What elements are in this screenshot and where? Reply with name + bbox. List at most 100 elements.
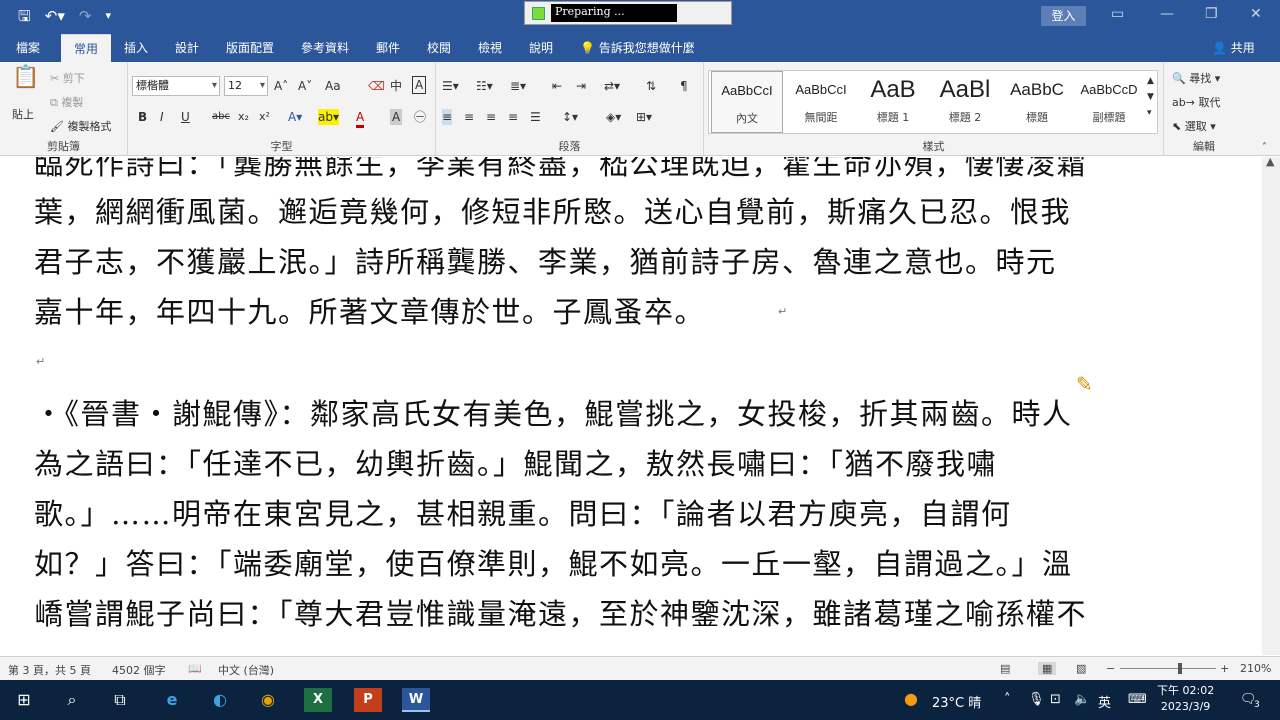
customize-icon[interactable]: ▾ [105, 7, 111, 25]
italic-button[interactable]: I [160, 109, 164, 125]
increase-indent-icon[interactable]: ⇥ [576, 78, 586, 94]
volume-icon[interactable]: 🔈 [1074, 692, 1090, 707]
subscript-button[interactable]: x₂ [238, 109, 249, 125]
align-left-icon[interactable]: ≡ [442, 109, 453, 125]
tab-home[interactable]: 常用 [61, 34, 111, 62]
restore-icon[interactable]: ❐ [1205, 6, 1218, 22]
shrink-font-icon[interactable]: A˅ [298, 78, 312, 94]
ribbon-display-icon[interactable]: ▭ [1111, 6, 1124, 22]
weather-text[interactable]: 23°C 晴 [932, 692, 981, 711]
sort-icon[interactable]: ⇅ [646, 78, 656, 94]
tab-layout[interactable]: 版面配置 [220, 34, 280, 62]
ie-icon[interactable]: e [158, 688, 186, 712]
zoom-out-icon[interactable]: − [1106, 662, 1115, 675]
numbering-icon[interactable]: ☷▾ [476, 78, 493, 94]
word-icon[interactable]: W [402, 688, 430, 712]
share-button[interactable]: 👤 共用 [1212, 34, 1255, 62]
strikethrough-button[interactable]: abc [212, 109, 230, 125]
close-icon[interactable]: ✕ [1250, 6, 1262, 22]
phonetic-icon[interactable]: 中 [390, 78, 402, 94]
borders-icon[interactable]: ⊞▾ [636, 109, 652, 125]
line-spacing-icon[interactable]: ↕▾ [562, 109, 578, 125]
proofing-icon[interactable]: 📖 [188, 662, 202, 675]
clear-format-icon[interactable]: ⌫ [368, 78, 385, 94]
highlight-icon[interactable]: ab▾ [318, 109, 339, 125]
web-layout-icon[interactable]: ▧ [1076, 662, 1086, 675]
powerpoint-icon[interactable]: P [354, 688, 382, 712]
shading-icon[interactable]: ◈▾ [606, 109, 621, 125]
paste-button[interactable]: 貼上 [12, 106, 34, 122]
paste-icon[interactable]: 📋 [12, 67, 39, 89]
tab-view[interactable]: 檢視 [472, 34, 508, 62]
decrease-indent-icon[interactable]: ⇤ [552, 78, 562, 94]
align-center-icon[interactable]: ≡ [464, 109, 474, 125]
font-name-combo[interactable]: 標楷體 [132, 76, 220, 96]
language-indicator[interactable]: 中文 (台灣) [218, 662, 274, 678]
font-size-combo[interactable]: 12 [224, 76, 268, 96]
superscript-button[interactable]: x² [259, 109, 270, 125]
tell-me-box[interactable]: 💡 告訴我您想做什麼 [580, 34, 695, 62]
chrome-icon[interactable]: ◉ [254, 688, 282, 712]
style-heading-1[interactable]: AaB 標題 1 [857, 71, 929, 133]
show-marks-icon[interactable]: ¶ [680, 78, 688, 94]
text-direction-icon[interactable]: ⇄▾ [604, 78, 620, 94]
clock[interactable]: 下午 02:02 2023/3/9 [1157, 683, 1214, 715]
zoom-slider[interactable] [1120, 668, 1216, 669]
style-heading-2[interactable]: AaBl 標題 2 [929, 71, 1001, 133]
change-case-icon[interactable]: Aa [325, 78, 341, 94]
search-icon[interactable]: ⌕ [58, 688, 86, 712]
enclose-char-icon[interactable]: ㊀ [414, 109, 426, 125]
minimize-icon[interactable]: — [1160, 6, 1174, 22]
chevron-up-icon[interactable]: ˄ [1004, 692, 1011, 707]
cut-button[interactable]: ✂ 剪下 [50, 70, 85, 86]
justify-icon[interactable]: ≡ [508, 109, 518, 125]
distributed-icon[interactable]: ☰ [530, 109, 541, 125]
style-no-spacing[interactable]: AaBbCcI 無間距 [785, 71, 857, 133]
login-button[interactable]: 登入 [1041, 6, 1086, 26]
weather-icon[interactable]: ● [904, 689, 918, 708]
windows-start-icon[interactable]: ⊞ [10, 688, 38, 712]
bold-button[interactable]: B [138, 109, 147, 125]
network-icon[interactable]: ⊡ [1050, 692, 1061, 707]
underline-button[interactable]: U [181, 109, 190, 125]
find-button[interactable]: 🔍 尋找 ▾ [1172, 70, 1220, 86]
page-count[interactable]: 第 3 頁，共 5 頁 [8, 662, 91, 678]
format-painter-button[interactable]: 🖌 複製格式 [50, 118, 111, 134]
tab-references[interactable]: 參考資料 [295, 34, 355, 62]
styles-scroll-icon[interactable]: ▲ ▼ ▾ [1147, 73, 1154, 121]
font-color-icon[interactable]: A [356, 109, 365, 128]
tab-file[interactable]: 檔案 [8, 34, 48, 62]
ime-indicator[interactable]: 英 [1098, 692, 1111, 711]
multilevel-list-icon[interactable]: ≣▾ [510, 78, 526, 94]
bullets-icon[interactable]: ☰▾ [442, 78, 459, 94]
copy-button[interactable]: ⧉ 複製 [50, 94, 83, 110]
tab-insert[interactable]: 插入 [118, 34, 154, 62]
mic-icon[interactable]: 🎙 [1028, 692, 1045, 707]
print-layout-icon[interactable]: ▦ [1038, 662, 1057, 675]
text-effects-icon[interactable]: A▾ [288, 109, 302, 125]
excel-icon[interactable]: X [304, 688, 332, 712]
task-view-icon[interactable]: ⧉ [106, 688, 134, 712]
zoom-in-icon[interactable]: + [1220, 662, 1229, 675]
word-count[interactable]: 4502 個字 [112, 662, 166, 678]
char-shading-icon[interactable]: A [390, 109, 403, 125]
style-title[interactable]: AaBbC 標題 [1001, 71, 1073, 133]
zoom-level[interactable]: 210% [1240, 662, 1271, 675]
style-normal[interactable]: AaBbCcI 內文 [711, 71, 783, 133]
tab-review[interactable]: 校閱 [421, 34, 457, 62]
zoom-thumb[interactable] [1178, 663, 1182, 674]
collapse-ribbon-icon[interactable]: ˄ [1262, 140, 1267, 156]
tab-mailings[interactable]: 郵件 [370, 34, 406, 62]
select-button[interactable]: ⬉ 選取 ▾ [1172, 118, 1216, 134]
style-subtitle[interactable]: AaBbCcD 副標題 [1073, 71, 1145, 133]
edge-icon[interactable]: ◐ [206, 688, 234, 712]
scroll-up-icon[interactable]: ▲ [1266, 155, 1274, 168]
document-area[interactable]: 臨死作詩曰：「龔勝無餘生，李業有終盡，嵇公理既迫，霍生命亦殞，悽悽凌霜 葉，網網… [0, 157, 1262, 655]
redo-icon[interactable]: ↷ [79, 7, 92, 25]
grow-font-icon[interactable]: A˄ [274, 78, 288, 94]
keyboard-icon[interactable]: ⌨ [1128, 692, 1147, 707]
tab-help[interactable]: 說明 [523, 34, 559, 62]
save-icon[interactable]: 🖫 [18, 7, 31, 25]
read-mode-icon[interactable]: ▤ [1000, 662, 1010, 675]
align-right-icon[interactable]: ≡ [486, 109, 496, 125]
